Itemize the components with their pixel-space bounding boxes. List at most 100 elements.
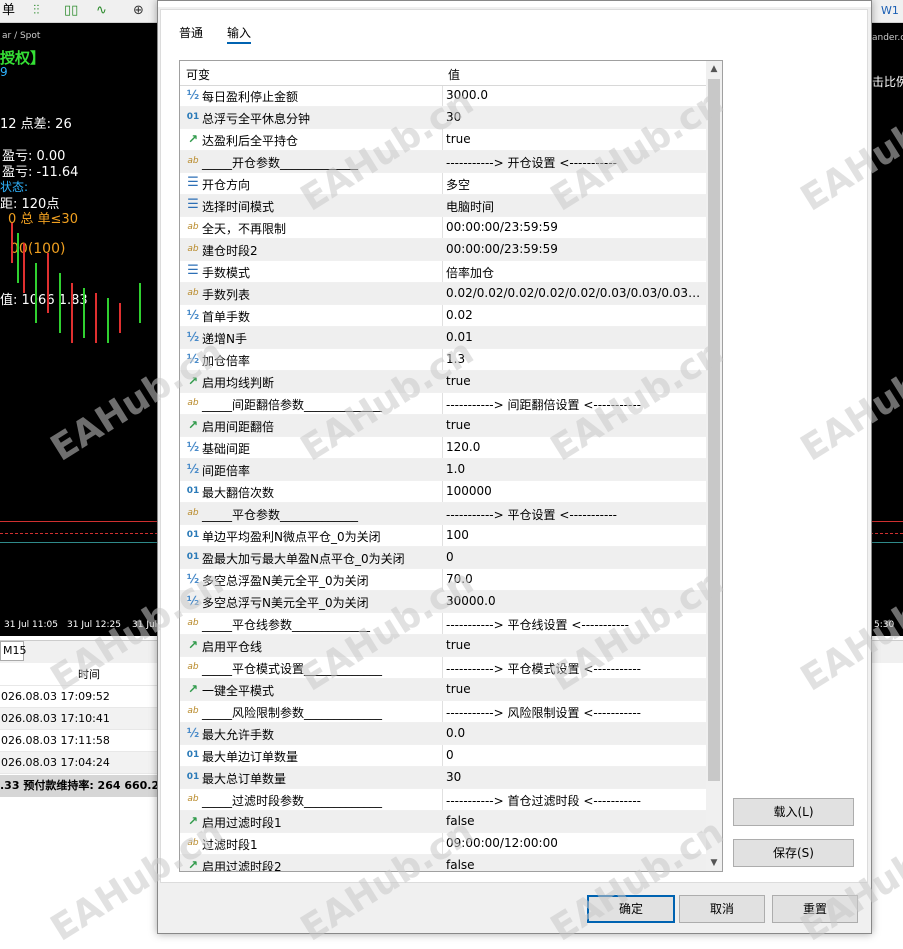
input-value[interactable]: 多空	[446, 176, 704, 193]
input-value[interactable]: 30000.0	[446, 594, 704, 608]
input-value[interactable]: 0	[446, 550, 704, 564]
tab-inputs[interactable]: 输入	[227, 24, 252, 44]
table-row[interactable]: 026.08.03 17:04:24	[0, 752, 160, 774]
input-row[interactable]: ↗ 一键全平模式 true	[180, 679, 706, 701]
input-value[interactable]: 100	[446, 528, 704, 542]
input-row[interactable]: ab _____平仓线参数_____________ -----------> 平仓…	[180, 613, 706, 635]
chart-symbol: ar / Spot	[2, 31, 41, 41]
input-row[interactable]: 01 单边平均盈利N微点平仓_0为关闭 100	[180, 525, 706, 547]
candlestick-icon[interactable]: ▯▯	[64, 1, 78, 21]
vertical-scrollbar[interactable]: ▲ ▼	[706, 61, 722, 871]
scroll-thumb[interactable]	[708, 79, 720, 781]
input-row[interactable]: ab 过滤时段1 09:00:00/12:00:00	[180, 833, 706, 855]
input-value[interactable]: 00:00:00/23:59:59	[446, 220, 704, 234]
cancel-button[interactable]: 取消	[679, 895, 765, 923]
input-value[interactable]: 0.01	[446, 330, 704, 344]
input-row[interactable]: ½ 间距倍率 1.0	[180, 459, 706, 481]
input-value[interactable]: true	[446, 132, 704, 146]
input-row[interactable]: ½ 首单手数 0.02	[180, 305, 706, 327]
input-row[interactable]: ab _____过滤时段参数_____________ -----------> 首…	[180, 789, 706, 811]
input-row[interactable]: ab _____风险限制参数_____________ -----------> 风…	[180, 701, 706, 723]
input-value[interactable]: true	[446, 374, 704, 388]
input-value[interactable]: 00:00:00/23:59:59	[446, 242, 704, 256]
input-row[interactable]: ab _____间距翻倍参数_____________ -----------> 间…	[180, 393, 706, 415]
input-value[interactable]: 1.3	[446, 352, 704, 366]
input-row[interactable]: 01 总浮亏全平休息分钟 30	[180, 107, 706, 129]
input-value[interactable]: 30	[446, 110, 704, 124]
input-row[interactable]: ½ 多空总浮盈N美元全平_0为关闭 70.0	[180, 569, 706, 591]
line-chart-icon[interactable]: ∿	[96, 1, 107, 21]
input-value[interactable]: 0.02	[446, 308, 704, 322]
input-row[interactable]: ½ 每日盈利停止金额 3000.0	[180, 85, 706, 107]
input-value[interactable]: 0.0	[446, 726, 704, 740]
input-row[interactable]: ab _____平仓参数_____________ -----------> 平仓设…	[180, 503, 706, 525]
zoom-in-icon[interactable]: ⊕	[133, 1, 144, 21]
input-value[interactable]: -----------> 平仓线设置 <-----------	[446, 616, 704, 633]
tab-common[interactable]: 普通	[179, 24, 203, 42]
input-value[interactable]: -----------> 首仓过滤时段 <-----------	[446, 792, 704, 809]
input-value[interactable]: 09:00:00/12:00:00	[446, 836, 704, 850]
input-value[interactable]: 30	[446, 770, 704, 784]
column-variable[interactable]: 可变	[186, 66, 210, 83]
input-value[interactable]: true	[446, 418, 704, 432]
ok-button[interactable]: 确定	[587, 895, 675, 923]
input-row[interactable]: 01 最大总订单数量 30	[180, 767, 706, 789]
input-value[interactable]: 1.0	[446, 462, 704, 476]
input-row[interactable]: ab 手数列表 0.02/0.02/0.02/0.02/0.02/0.03/0.03…	[180, 283, 706, 305]
input-row[interactable]: ab 全天，不再限制 00:00:00/23:59:59	[180, 217, 706, 239]
input-value[interactable]: true	[446, 682, 704, 696]
input-row[interactable]: ½ 递增N手 0.01	[180, 327, 706, 349]
input-value[interactable]: 电脑时间	[446, 198, 704, 215]
input-value[interactable]: true	[446, 638, 704, 652]
input-value[interactable]: 120.0	[446, 440, 704, 454]
table-row[interactable]: 026.08.03 17:11:58	[0, 730, 160, 752]
input-value[interactable]: -----------> 平仓模式设置 <-----------	[446, 660, 704, 677]
scroll-up-icon[interactable]: ▲	[706, 61, 722, 77]
save-button[interactable]: 保存(S)	[733, 839, 854, 867]
input-value[interactable]: -----------> 开仓设置 <-----------	[446, 154, 704, 171]
input-value[interactable]: 100000	[446, 484, 704, 498]
inputs-grid: 可变 值 ½ 每日盈利停止金额 3000.0 01 总浮亏全平休息分钟 30 ↗ 达盈利后全平…	[179, 60, 723, 872]
input-value[interactable]: -----------> 间距翻倍设置 <-----------	[446, 396, 704, 413]
table-row[interactable]: 026.08.03 17:10:41	[0, 708, 160, 730]
input-row[interactable]: ½ 多空总浮亏N美元全平_0为关闭 30000.0	[180, 591, 706, 613]
bool-type-icon: ↗	[187, 682, 199, 696]
input-value[interactable]: 倍率加仓	[446, 264, 704, 281]
input-row[interactable]: ½ 加仓倍率 1.3	[180, 349, 706, 371]
bar-chart-icon[interactable]: ⫶⫶	[33, 1, 40, 21]
input-value[interactable]: 70.0	[446, 572, 704, 586]
input-row[interactable]: ↗ 启用过滤时段1 false	[180, 811, 706, 833]
table-row[interactable]: 026.08.03 17:09:52	[0, 686, 160, 708]
input-row[interactable]: ↗ 启用平仓线 true	[180, 635, 706, 657]
input-row[interactable]: ½ 基础间距 120.0	[180, 437, 706, 459]
reset-button[interactable]: 重置	[772, 895, 858, 923]
input-row[interactable]: 01 盈最大加亏最大单盈N点平仓_0为关闭 0	[180, 547, 706, 569]
input-row[interactable]: ☰ 手数模式 倍率加仓	[180, 261, 706, 283]
scroll-down-icon[interactable]: ▼	[706, 855, 722, 871]
input-row[interactable]: ☰ 开仓方向 多空	[180, 173, 706, 195]
input-value[interactable]: false	[446, 858, 704, 871]
load-button[interactable]: 载入(L)	[733, 798, 854, 826]
input-row[interactable]: 01 最大翻倍次数 100000	[180, 481, 706, 503]
input-row[interactable]: ab _____开仓参数_____________ -----------> 开仓设…	[180, 151, 706, 173]
input-value[interactable]: 0.02/0.02/0.02/0.02/0.02/0.03/0.03/0.03/…	[446, 286, 704, 300]
input-row[interactable]: ab _____平仓模式设置_____________ -----------> 平…	[180, 657, 706, 679]
input-row[interactable]: ↗ 启用间距翻倍 true	[180, 415, 706, 437]
input-value[interactable]: 0	[446, 748, 704, 762]
input-row[interactable]: 01 最大单边订单数量 0	[180, 745, 706, 767]
column-value[interactable]: 值	[448, 66, 460, 83]
input-row[interactable]: ab 建仓时段2 00:00:00/23:59:59	[180, 239, 706, 261]
input-value[interactable]: 3000.0	[446, 88, 704, 102]
str-type-icon: ab	[187, 706, 199, 716]
dialog-title-bar[interactable]	[158, 1, 871, 7]
tab-m15[interactable]: M15	[0, 641, 27, 661]
input-value[interactable]: -----------> 平仓设置 <-----------	[446, 506, 704, 523]
input-value[interactable]: -----------> 风险限制设置 <-----------	[446, 704, 704, 721]
input-row[interactable]: ↗ 启用均线判断 true	[180, 371, 706, 393]
timeframe-w1[interactable]: W1	[881, 1, 899, 21]
input-row[interactable]: ↗ 启用过滤时段2 false	[180, 855, 706, 871]
input-row[interactable]: ½ 最大允许手数 0.0	[180, 723, 706, 745]
input-value[interactable]: false	[446, 814, 704, 828]
input-row[interactable]: ☰ 选择时间模式 电脑时间	[180, 195, 706, 217]
input-row[interactable]: ↗ 达盈利后全平持仓 true	[180, 129, 706, 151]
